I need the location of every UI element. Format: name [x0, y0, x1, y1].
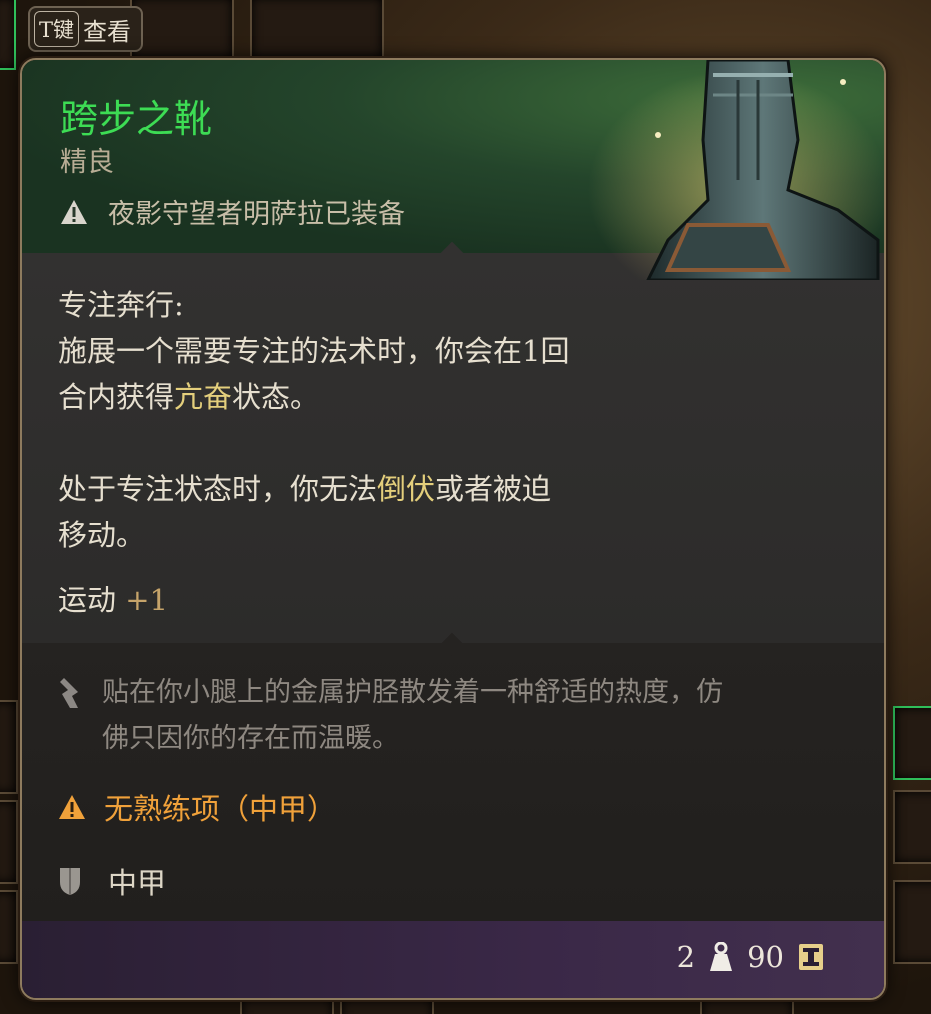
ability-text-line: 移动。 — [58, 518, 146, 552]
condition-link-exhilarated[interactable]: 亢奋 — [174, 380, 232, 414]
quill-icon — [60, 678, 78, 708]
inventory-slot[interactable] — [893, 880, 931, 964]
weight-value: 2 — [676, 940, 696, 974]
ability-text: 合内获得 — [58, 380, 175, 414]
gold-value: 90 — [747, 940, 784, 974]
inspect-label: 查看 — [83, 17, 132, 46]
gold-icon — [799, 944, 823, 970]
warning-icon — [59, 795, 85, 819]
item-name: 跨步之靴 — [60, 97, 213, 141]
condition-link-prone[interactable]: 倒伏 — [377, 472, 435, 506]
ability-text-line: 施展一个需要专注的法术时，你会在1回 — [58, 334, 570, 368]
item-tooltip: 跨步之靴 精良 夜影守望者明萨拉已装备 专注奔行: 施展一个需要专注的法术时，你… — [20, 58, 886, 1000]
inventory-slot[interactable] — [0, 0, 16, 70]
ability-text-line: 处于专注状态时，你无法倒伏或者被迫 — [58, 466, 551, 512]
item-weight-value: 2 90 — [677, 940, 838, 974]
flavor-line: 贴在你小腿上的金属护胫散发着一种舒适的热度，仿 — [102, 677, 723, 708]
stat-name: 运动 — [58, 583, 117, 617]
warning-icon — [61, 199, 87, 224]
shield-icon — [60, 868, 80, 895]
weight-icon — [710, 942, 733, 971]
proficiency-text: 无熟练项（中甲） — [104, 792, 337, 826]
flavor-text: 贴在你小腿上的金属护胫散发着一种舒适的热度，仿 佛只因你的存在而温暖。 — [102, 670, 842, 762]
inventory-slot[interactable] — [893, 706, 931, 780]
flavor-line: 佛只因你的存在而温暖。 — [102, 723, 399, 754]
inventory-slot[interactable] — [130, 0, 234, 60]
proficiency-warning: 无熟练项（中甲） — [58, 786, 336, 828]
inventory-slot[interactable] — [0, 890, 18, 964]
ability-text-line: 合内获得亢奋状态。 — [58, 374, 319, 420]
stat-value: +1 — [125, 583, 168, 617]
armor-type: 中甲 — [58, 860, 166, 902]
armor-type-text: 中甲 — [108, 866, 167, 900]
ability-text: 处于专注状态时，你无法 — [58, 472, 378, 506]
item-rarity: 精良 — [60, 147, 114, 178]
stat-bonus: 运动 +1 — [58, 577, 168, 619]
item-portrait — [588, 60, 884, 280]
ability-title: 专注奔行: — [58, 288, 184, 322]
inspect-hint[interactable]: T键 查看 — [28, 6, 144, 52]
key-badge: T键 — [34, 11, 80, 47]
equipped-status: 夜影守望者明萨拉已装备 — [60, 192, 405, 231]
inventory-slot[interactable] — [0, 800, 18, 884]
ability-text: 状态。 — [232, 380, 320, 414]
inventory-slot[interactable] — [0, 700, 18, 794]
inventory-slot[interactable] — [250, 0, 384, 60]
inventory-slot[interactable] — [893, 790, 931, 864]
equipped-text: 夜影守望者明萨拉已装备 — [108, 199, 405, 230]
ability-text: 或者被迫 — [435, 472, 552, 506]
